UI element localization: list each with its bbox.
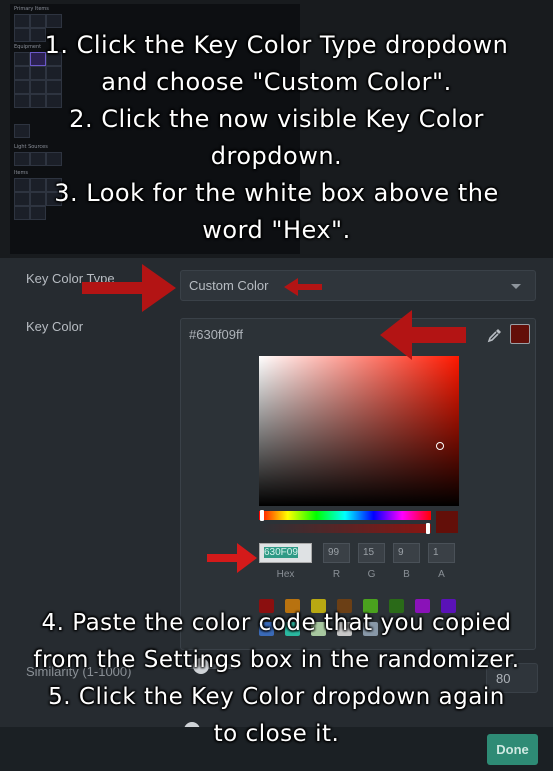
key-color-label: Key Color bbox=[26, 319, 84, 334]
red-input[interactable]: 99 bbox=[323, 543, 350, 563]
hue-slider[interactable] bbox=[259, 510, 431, 521]
instruction-line: and choose "Custom Color". bbox=[101, 68, 452, 96]
instruction-line: word "Hex". bbox=[202, 216, 351, 244]
arrow-to-key-color-type-icon bbox=[82, 264, 176, 312]
alpha-slider[interactable] bbox=[259, 523, 431, 534]
thumbnail-tile bbox=[14, 14, 30, 28]
instructions-top: 1. Click the Key Color Type dropdown and… bbox=[0, 27, 553, 249]
instruction-line: 4. Paste the color code that you copied bbox=[41, 610, 512, 636]
thumbnail-tile bbox=[46, 14, 62, 28]
instruction-line: 1. Click the Key Color Type dropdown bbox=[44, 31, 509, 59]
hex-input-value: 630F09 bbox=[264, 547, 298, 558]
instruction-line: 3. Look for the white box above the bbox=[54, 179, 499, 207]
arrow-to-custom-color-icon bbox=[284, 278, 322, 296]
b-caption: B bbox=[403, 569, 410, 580]
key-color-picker[interactable]: #630f09ff 630F09 99 15 9 1 Hex R G B A bbox=[180, 318, 536, 650]
instruction-line: 2. Click the now visible Key Color bbox=[69, 105, 484, 133]
instruction-line: from the Settings box in the randomizer. bbox=[33, 647, 520, 673]
a-caption: A bbox=[438, 569, 445, 580]
chevron-down-icon bbox=[511, 284, 521, 289]
instruction-line: dropdown. bbox=[210, 142, 343, 170]
key-color-type-dropdown[interactable]: Custom Color bbox=[180, 270, 536, 301]
arrow-to-hex-input-icon bbox=[207, 543, 257, 573]
r-caption: R bbox=[332, 569, 341, 580]
key-color-hex-value[interactable]: #630f09ff bbox=[189, 327, 243, 342]
alpha-slider-handle[interactable] bbox=[426, 523, 430, 534]
g-caption: G bbox=[367, 569, 376, 580]
hue-slider-handle[interactable] bbox=[260, 510, 264, 521]
hex-caption: Hex bbox=[276, 569, 295, 580]
key-color-type-value: Custom Color bbox=[189, 278, 269, 293]
alpha-input[interactable]: 1 bbox=[428, 543, 455, 563]
color-preview bbox=[436, 511, 458, 533]
saturation-value-area[interactable] bbox=[259, 356, 459, 506]
thumbnail-label: Primary Items bbox=[14, 6, 49, 12]
blue-input[interactable]: 9 bbox=[393, 543, 420, 563]
green-input[interactable]: 15 bbox=[358, 543, 385, 563]
color-cursor[interactable] bbox=[436, 442, 444, 450]
instruction-line: 5. Click the Key Color dropdown again bbox=[48, 684, 505, 710]
arrow-to-key-color-dropdown-icon bbox=[380, 310, 466, 360]
current-color-swatch[interactable] bbox=[510, 324, 530, 344]
eyedropper-icon[interactable] bbox=[487, 327, 503, 343]
thumbnail-tile bbox=[30, 14, 46, 28]
instruction-line: to close it. bbox=[213, 721, 340, 747]
instructions-bottom: 4. Paste the color code that you copied … bbox=[0, 605, 553, 753]
hex-input[interactable]: 630F09 bbox=[259, 543, 312, 563]
